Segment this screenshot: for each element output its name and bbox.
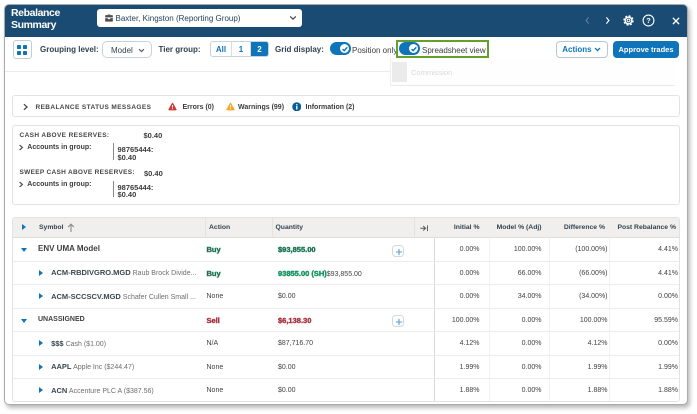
svg-text:?: ? — [646, 16, 651, 25]
